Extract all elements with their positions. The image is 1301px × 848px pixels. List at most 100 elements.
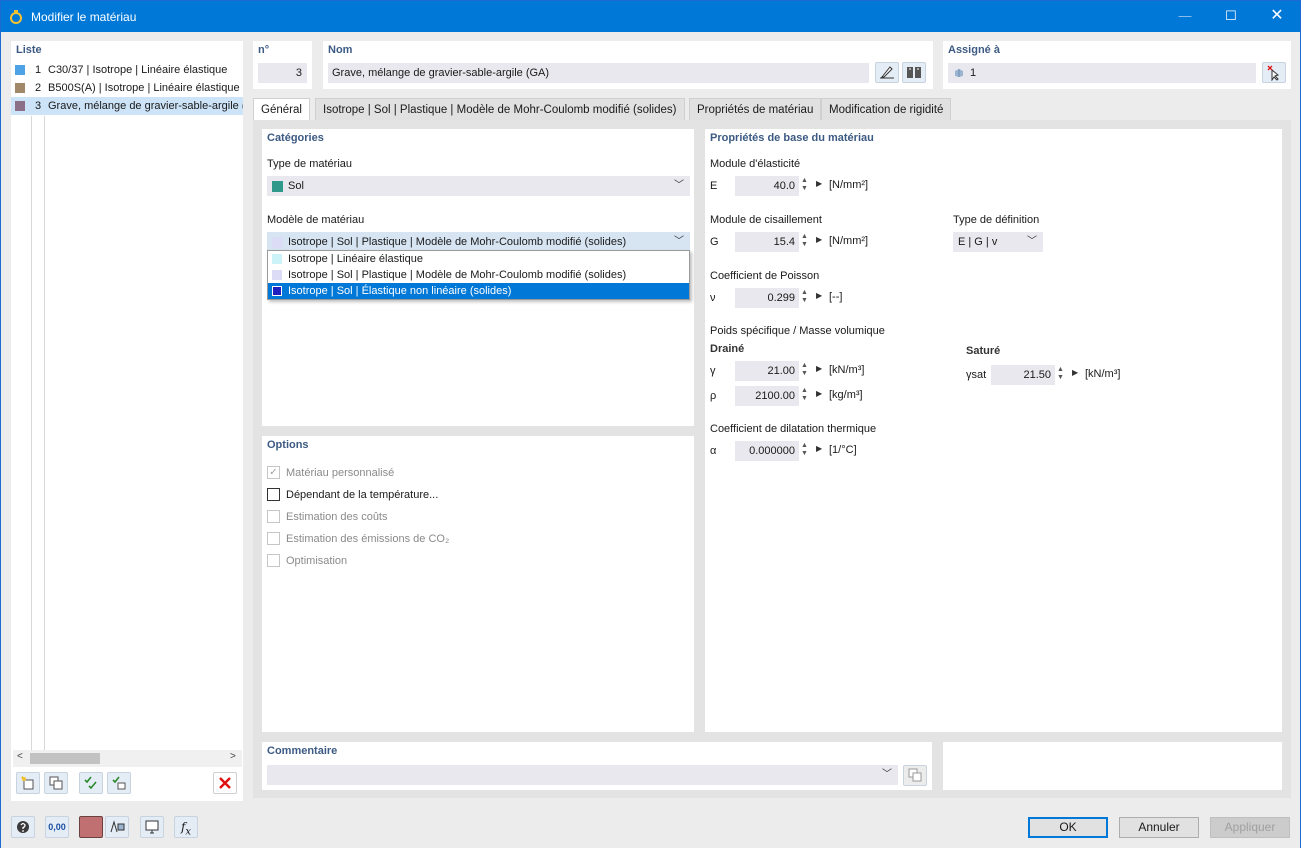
help-button[interactable] (11, 816, 35, 838)
spin-arrows-icon[interactable]: ▲ ▼ (801, 233, 808, 249)
expand-triangle-icon[interactable]: ▶ (1072, 368, 1078, 377)
material-color-swatch (15, 65, 25, 75)
material-model-label: Modèle de matériau (267, 214, 365, 226)
tab-material-model[interactable]: Isotrope | Sol | Plastique | Modèle de M… (315, 98, 685, 120)
delete-material-button[interactable] (213, 772, 237, 794)
tab-bar: Général Isotrope | Sol | Plastique | Mod… (253, 98, 1291, 121)
co2-estimation-checkbox[interactable] (267, 532, 280, 545)
window-title: Modifier le matériau (31, 10, 137, 24)
spin-arrows-icon[interactable]: ▲ ▼ (1057, 366, 1064, 382)
assigned-field[interactable]: 1 (948, 63, 1256, 83)
option-label: Estimation des émissions de CO₂ (286, 533, 450, 545)
ok-button[interactable]: OK (1028, 817, 1108, 838)
library-button[interactable] (902, 62, 926, 83)
solid-icon (955, 69, 963, 77)
cost-estimation-checkbox[interactable] (267, 510, 280, 523)
rho-input[interactable]: 2100.00 (735, 386, 799, 406)
expand-triangle-icon[interactable]: ▶ (816, 364, 822, 373)
display-button[interactable] (105, 816, 129, 838)
cancel-button[interactable]: Annuler (1119, 817, 1199, 838)
material-type-select[interactable]: Sol ﹀ (267, 176, 690, 196)
check-all-icon (84, 776, 97, 790)
book-icon (907, 67, 921, 78)
help-icon (17, 821, 29, 833)
model-color-swatch (272, 237, 283, 248)
expand-triangle-icon[interactable]: ▶ (816, 235, 822, 244)
alpha-input[interactable]: 0.000000 (735, 441, 799, 461)
alpha-unit: [1/°C] (829, 444, 857, 456)
edit-name-button[interactable] (875, 62, 899, 83)
list-item-2[interactable]: 2 B500S(A) | Isotrope | Linéaire élastiq… (11, 79, 243, 97)
categories-header: Catégories (267, 132, 324, 144)
list-item-1[interactable]: 1 C30/37 | Isotrope | Linéaire élastique (11, 61, 243, 79)
gamma-sat-input[interactable]: 21.50 (991, 365, 1055, 385)
poisson-input[interactable]: 0.299 (735, 288, 799, 308)
definition-type-value: E | G | v (958, 236, 998, 248)
close-button[interactable]: ✕ (1254, 1, 1300, 32)
number-field[interactable]: 3 (258, 63, 307, 83)
model-option-nonlinear-elastic[interactable]: Isotrope | Sol | Élastique non linéaire … (268, 283, 689, 299)
g-modulus-input[interactable]: 15.4 (735, 232, 799, 252)
material-color-swatch (15, 83, 25, 93)
gamma-input[interactable]: 21.00 (735, 361, 799, 381)
list-item-label: B500S(A) | Isotrope | Linéaire élastique (48, 82, 240, 94)
view-button[interactable] (140, 816, 164, 838)
expand-triangle-icon[interactable]: ▶ (816, 389, 822, 398)
e-symbol: E (710, 180, 718, 192)
title-bar: Modifier le matériau — ☐ ✕ (1, 1, 1300, 32)
number-header: n° (258, 44, 270, 56)
model-option-linear-elastic[interactable]: Isotrope | Linéaire élastique (268, 251, 689, 267)
material-type-label: Type de matériau (267, 158, 352, 170)
model-option-mohr-coulomb[interactable]: Isotrope | Sol | Plastique | Modèle de M… (268, 267, 689, 283)
comment-copy-button[interactable] (903, 765, 927, 786)
expand-triangle-icon[interactable]: ▶ (816, 444, 822, 453)
new-material-button[interactable] (16, 772, 40, 794)
expand-triangle-icon[interactable]: ▶ (816, 179, 822, 188)
poisson-unit: [--] (829, 291, 843, 303)
formula-button[interactable]: fx (174, 816, 198, 838)
tab-general[interactable]: Général (253, 98, 310, 121)
check-all-button[interactable] (79, 772, 103, 794)
tab-stiffness-modification[interactable]: Modification de rigidité (821, 98, 952, 120)
tab-material-properties[interactable]: Propriétés de matériau (689, 98, 822, 120)
apply-button[interactable]: Appliquer (1210, 817, 1290, 838)
function-icon: fx (180, 820, 192, 838)
scroll-right-icon[interactable]: > (230, 751, 236, 762)
g-symbol: G (710, 236, 719, 248)
comment-input[interactable]: ﹀ (267, 765, 898, 785)
units-button[interactable]: 0,00 (45, 816, 69, 838)
name-header: Nom (328, 44, 353, 56)
custom-material-checkbox[interactable]: ✓ (267, 466, 280, 479)
spin-arrows-icon[interactable]: ▲ ▼ (801, 362, 808, 378)
list-horizontal-scrollbar[interactable]: < > (13, 750, 242, 767)
list-item-number: 1 (35, 64, 42, 76)
copy-icon (49, 776, 63, 790)
spin-arrows-icon[interactable]: ▲ ▼ (801, 442, 808, 458)
material-model-select[interactable]: Isotrope | Sol | Plastique | Modèle de M… (267, 232, 690, 252)
pick-cursor-icon (1267, 65, 1280, 82)
minimize-button[interactable]: — (1162, 1, 1208, 32)
scroll-left-icon[interactable]: < (17, 751, 23, 762)
temperature-dependent-checkbox[interactable] (267, 488, 280, 501)
definition-type-select[interactable]: E | G | v ﹀ (953, 232, 1043, 252)
color-button[interactable] (79, 816, 103, 838)
scroll-thumb[interactable] (30, 753, 100, 764)
preview-panel (943, 742, 1282, 790)
options-header: Options (267, 439, 309, 451)
spin-arrows-icon[interactable]: ▲ ▼ (801, 289, 808, 305)
list-item-label: C30/37 | Isotrope | Linéaire élastique (48, 64, 228, 76)
name-field[interactable]: Grave, mélange de gravier-sable-argile (… (328, 63, 869, 83)
list-item-label: Grave, mélange de gravier-sable-argile (… (48, 100, 243, 112)
option-label: Matériau personnalisé (286, 467, 395, 479)
list-item-3[interactable]: 3 Grave, mélange de gravier-sable-argile… (11, 97, 243, 115)
e-modulus-input[interactable]: 40.0 (735, 176, 799, 196)
expand-triangle-icon[interactable]: ▶ (816, 291, 822, 300)
chevron-down-icon: ﹀ (674, 236, 684, 247)
spin-arrows-icon[interactable]: ▲ ▼ (801, 387, 808, 403)
spin-arrows-icon[interactable]: ▲ ▼ (801, 177, 808, 193)
select-in-graphics-button[interactable] (1262, 62, 1286, 83)
uncheck-button[interactable] (107, 772, 131, 794)
maximize-button[interactable]: ☐ (1208, 1, 1254, 32)
optimization-checkbox[interactable] (267, 554, 280, 567)
copy-material-button[interactable] (44, 772, 68, 794)
